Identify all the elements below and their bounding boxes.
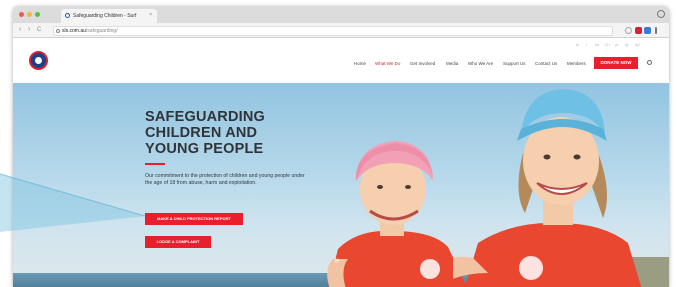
url-path: /safeguarding/ [85,28,118,34]
instagram-icon[interactable]: ig [625,42,628,47]
bookmark-star-icon[interactable] [625,27,632,34]
address-bar[interactable]: sls.com.au/safeguarding/ [53,26,613,36]
hero-description: Our commitment to the protection of chil… [145,173,305,186]
twitter-icon[interactable]: tw [595,42,599,47]
site-logo[interactable] [29,51,48,70]
hero-title-line: SAFEGUARDING [145,109,266,125]
googleplus-icon[interactable]: G+ [605,42,610,47]
url-domain: sls.com.au [62,28,86,34]
child-right-image [453,89,642,287]
hero-title: SAFEGUARDING CHILDREN AND YOUNG PEOPLE [145,109,305,157]
nav-home[interactable]: Home [354,61,366,66]
nav-members[interactable]: Members [567,61,586,66]
close-window-dot[interactable] [19,12,24,17]
social-icon[interactable]: ig2 [635,42,640,47]
nav-what-we-do[interactable]: What We Do [375,61,400,66]
scroll-down-icon[interactable]: » [334,255,340,266]
reload-button[interactable]: C [37,26,41,34]
facebook-icon[interactable]: f [586,42,587,47]
make-report-button[interactable]: MAKE A CHILD PROTECTION REPORT [145,213,243,225]
nav-media[interactable]: Media [446,61,458,66]
linkedin-icon[interactable]: in [576,42,579,47]
hero-banner: SAFEGUARDING CHILDREN AND YOUNG PEOPLE O… [13,83,669,287]
tab-strip: Safeguarding Children - Surf × [13,6,669,23]
profile-icon[interactable] [657,10,665,18]
maximize-window-dot[interactable] [35,12,40,17]
donate-button[interactable]: DONATE NOW [594,57,638,69]
title-underline [145,163,165,165]
hero-title-line: YOUNG PEOPLE [145,141,264,157]
browser-toolbar: ‹ › C sls.com.au/safeguarding/ [13,23,669,38]
minimize-window-dot[interactable] [27,12,32,17]
extension-icon[interactable] [635,27,642,34]
extension-icon-2[interactable] [644,27,651,34]
search-icon[interactable] [647,60,652,65]
lock-icon [56,29,60,33]
nav-get-involved[interactable]: Get Involved [410,61,435,66]
hero-title-line: CHILDREN AND [145,125,258,141]
lodge-complaint-button[interactable]: LODGE A COMPLAINT [145,236,211,248]
site-header: in f tw G+ yt ig ig2 Home What We Do Get… [13,38,669,83]
browser-tab[interactable]: Safeguarding Children - Surf × [61,9,157,23]
tab-title: Safeguarding Children - Surf [73,13,137,19]
youtube-icon[interactable]: yt [615,42,618,47]
nav-support-us[interactable]: Support Us [503,61,526,66]
browser-window: Safeguarding Children - Surf × ‹ › C sls… [13,6,669,287]
favicon-icon [65,13,70,18]
tab-close-icon[interactable]: × [149,12,152,18]
back-button[interactable]: ‹ [19,26,21,34]
nav-contact-us[interactable]: Contact Us [535,61,557,66]
forward-button[interactable]: › [28,26,30,34]
nav-who-we-are[interactable]: Who We Are [468,61,493,66]
menu-icon[interactable] [655,27,657,34]
